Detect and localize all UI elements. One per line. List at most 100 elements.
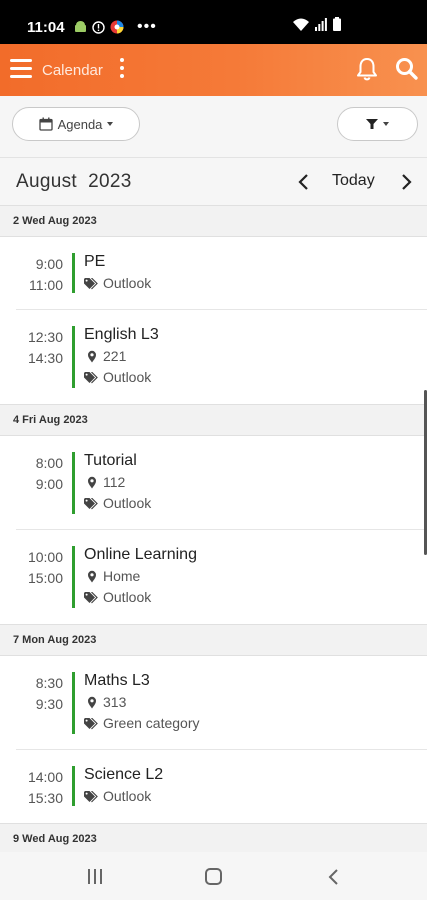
more-notifications-icon: ••• — [137, 18, 157, 35]
status-time: 11:04 — [27, 19, 65, 36]
event-category-label: Outlook — [103, 589, 152, 605]
notification-icons — [74, 19, 124, 35]
tag-icon — [84, 497, 98, 509]
event-times: 12:30 14:30 — [16, 327, 63, 369]
day-header: 9 Wed Aug 2023 — [0, 823, 427, 852]
event-end-time: 9:30 — [35, 696, 63, 712]
filter-icon — [366, 119, 378, 129]
tag-icon — [84, 371, 98, 383]
event-times: 14:00 15:30 — [16, 767, 63, 809]
recents-icon[interactable] — [88, 869, 104, 884]
search-icon[interactable] — [394, 56, 420, 82]
day-header: 2 Wed Aug 2023 — [0, 205, 427, 237]
event-end-time: 15:30 — [27, 790, 63, 806]
event-end-time: 14:30 — [27, 350, 63, 366]
app-color-icon — [110, 20, 124, 34]
system-icons — [293, 17, 341, 31]
alert-circle-icon — [92, 20, 105, 34]
event-category-label: Outlook — [103, 788, 152, 804]
month-year-label: August 2023 — [16, 171, 132, 193]
event-category-label: Outlook — [103, 369, 152, 385]
event-category-label: Outlook — [103, 275, 152, 291]
filter-button[interactable] — [337, 107, 418, 141]
menu-icon[interactable] — [10, 59, 32, 79]
month-name: August — [16, 171, 77, 192]
back-icon[interactable] — [326, 868, 342, 886]
view-selector-label: Agenda — [57, 116, 103, 132]
chevron-left-icon[interactable] — [294, 172, 314, 192]
app-bar: Calendar — [0, 44, 427, 96]
event-category-label: Outlook — [103, 495, 152, 511]
event-times: 8:00 9:00 — [16, 453, 63, 495]
year-label: 2023 — [88, 171, 132, 192]
event-location: Home — [84, 566, 197, 587]
day-header: 4 Fri Aug 2023 — [0, 404, 427, 436]
event-category: Outlook — [84, 786, 163, 807]
view-toolbar: Agenda — [0, 96, 427, 158]
event-start-time: 9:00 — [35, 256, 63, 272]
event-item[interactable]: 10:00 15:00 Online Learning Home Outlook — [16, 530, 427, 624]
signal-icon — [315, 17, 327, 31]
calendar-icon — [38, 117, 53, 131]
status-bar: 11:04 ••• — [0, 0, 427, 44]
event-color-bar — [72, 766, 75, 806]
map-pin-icon — [88, 696, 96, 709]
event-start-time: 14:00 — [27, 769, 63, 785]
app-title: Calendar — [42, 62, 103, 79]
view-selector-button[interactable]: Agenda — [12, 107, 140, 141]
event-location: 313 — [84, 692, 200, 713]
event-title: Tutorial — [84, 452, 137, 469]
event-item[interactable]: 8:00 9:00 Tutorial 112 Outlook — [16, 436, 427, 530]
system-navigation-bar — [0, 852, 427, 900]
bell-icon[interactable] — [354, 56, 380, 82]
event-start-time: 12:30 — [27, 329, 63, 345]
tag-icon — [84, 790, 98, 802]
event-item[interactable]: 9:00 11:00 PE Outlook — [16, 237, 427, 310]
event-start-time: 10:00 — [27, 549, 63, 565]
event-category: Outlook — [84, 273, 151, 294]
event-category: Outlook — [84, 587, 197, 608]
tag-icon — [84, 591, 98, 603]
event-location: 221 — [84, 346, 159, 367]
event-end-time: 11:00 — [29, 277, 63, 293]
event-title: Maths L3 — [84, 672, 150, 689]
event-color-bar — [72, 253, 75, 293]
event-title: English L3 — [84, 326, 159, 343]
event-item[interactable]: 8:30 9:30 Maths L3 313 Green category — [16, 656, 427, 750]
battery-icon — [333, 17, 341, 31]
event-location-label: Home — [103, 568, 141, 584]
android-icon — [75, 21, 86, 32]
day-header: 7 Mon Aug 2023 — [0, 624, 427, 656]
more-options-icon[interactable] — [118, 58, 126, 80]
event-category: Green category — [84, 713, 200, 734]
event-item[interactable]: 14:00 15:30 Science L2 Outlook — [16, 750, 427, 823]
event-times: 8:30 9:30 — [16, 673, 63, 715]
map-pin-icon — [88, 570, 96, 583]
event-times: 10:00 15:00 — [16, 547, 63, 589]
home-icon[interactable] — [205, 868, 222, 885]
today-button[interactable]: Today — [332, 172, 375, 190]
event-end-time: 9:00 — [35, 476, 63, 492]
map-pin-icon — [88, 476, 96, 489]
caret-down-icon — [107, 122, 114, 126]
event-item[interactable]: 12:30 14:30 English L3 221 Outlook — [16, 310, 427, 404]
caret-down-icon — [383, 122, 389, 126]
month-navigation: August 2023 Today — [0, 159, 427, 205]
event-color-bar — [72, 326, 75, 388]
event-category: Outlook — [84, 493, 151, 514]
event-color-bar — [72, 546, 75, 608]
event-location-label: 221 — [103, 348, 127, 364]
event-category: Outlook — [84, 367, 159, 388]
chevron-right-icon[interactable] — [396, 172, 416, 192]
event-start-time: 8:00 — [35, 455, 63, 471]
tag-icon — [84, 717, 98, 729]
agenda-list[interactable]: 2 Wed Aug 2023 9:00 11:00 PE Outlook 12:… — [0, 205, 427, 852]
event-location-label: 313 — [103, 694, 127, 710]
event-times: 9:00 11:00 — [16, 254, 63, 296]
tag-icon — [84, 277, 98, 289]
event-location-label: 112 — [103, 474, 126, 490]
event-title: Online Learning — [84, 546, 197, 563]
event-category-label: Green category — [103, 715, 200, 731]
event-title: Science L2 — [84, 766, 164, 783]
event-color-bar — [72, 672, 75, 734]
